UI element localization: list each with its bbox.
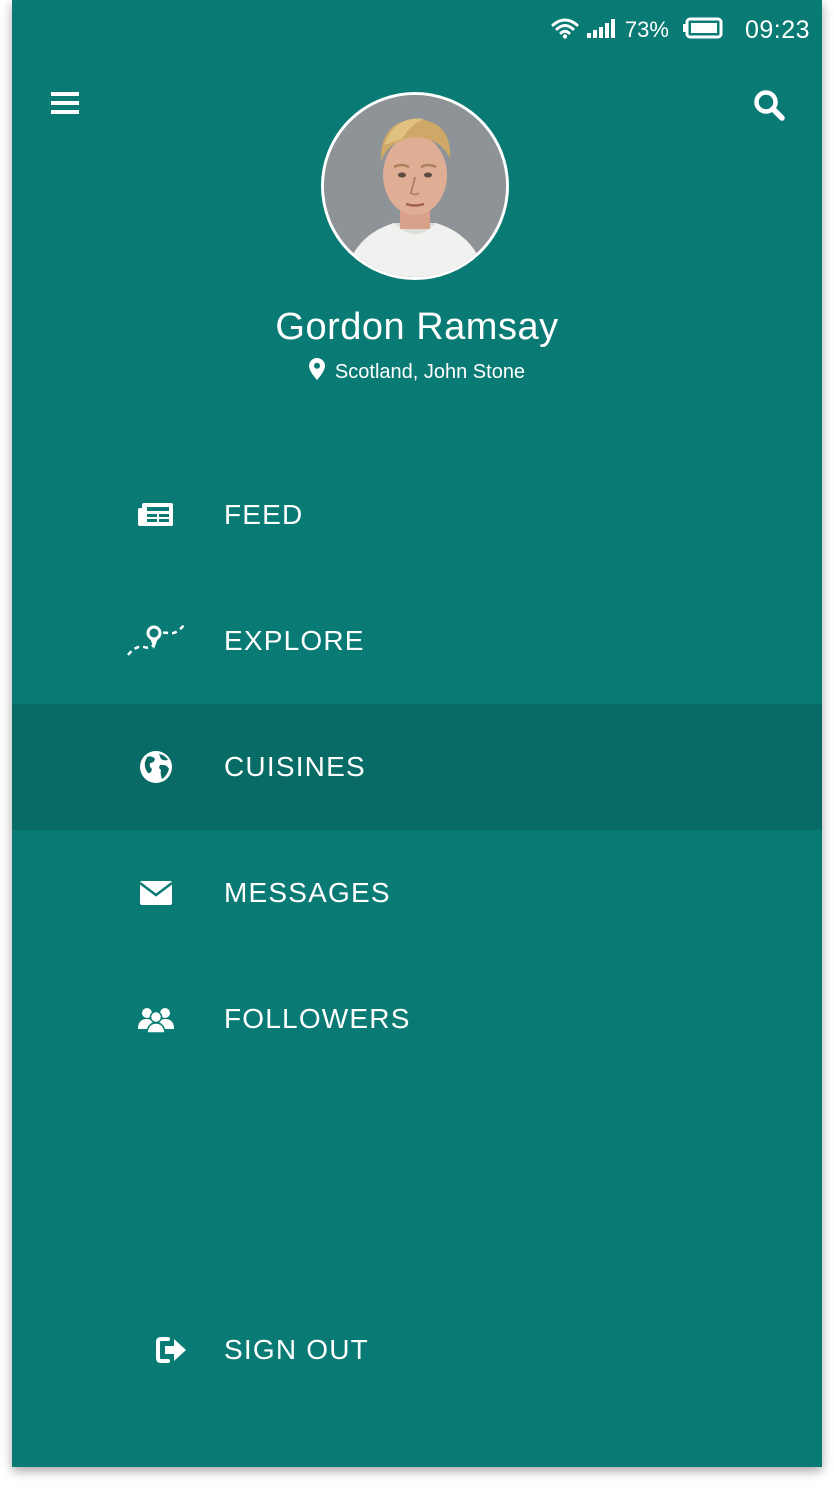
nav-label-followers: FOLLOWERS [224,1003,411,1034]
envelope-icon [124,873,188,913]
nav-label-messages: MESSAGES [224,877,391,908]
nav-label-explore: EXPLORE [224,625,365,656]
avatar[interactable] [321,92,509,280]
newspaper-icon [124,495,188,535]
status-bar: 73% 09:23 [551,12,810,48]
location-text: Scotland, John Stone [334,360,526,383]
search-icon [753,89,785,126]
battery-percent: 73% [624,17,669,42]
battery-icon [682,17,723,44]
profile-location: Scotland, John Stone [12,358,822,386]
nav-item-messages[interactable]: MESSAGES [12,830,822,956]
users-icon [124,999,188,1039]
nav-menu: FEED EXPLORE CUISINES MESSAGES FOLLOWERS [12,452,822,1082]
hamburger-menu-icon [51,91,79,120]
route-icon [124,621,188,661]
sign-out-button[interactable]: SIGN OUT [12,1292,822,1408]
sign-out-icon [152,1330,192,1370]
nav-label-cuisines: CUISINES [224,751,366,782]
clock: 09:23 [744,15,810,44]
sign-out-label: SIGN OUT [224,1334,369,1365]
globe-icon [124,747,188,787]
nav-item-followers[interactable]: FOLLOWERS [12,956,822,1082]
search-button[interactable] [750,88,788,126]
menu-button[interactable] [48,88,82,122]
nav-item-feed[interactable]: FEED [12,452,822,578]
avatar-photo [324,95,506,277]
signal-icon [586,18,617,43]
nav-item-explore[interactable]: EXPLORE [12,578,822,704]
navigation-drawer: 73% 09:23 Gordon Ramsay Scotland, John S… [12,0,822,1467]
profile-name: Gordon Ramsay [275,306,559,348]
nav-item-cuisines[interactable]: CUISINES [12,704,822,830]
map-pin-icon [308,358,325,386]
nav-label-feed: FEED [224,499,304,530]
wifi-icon [551,17,579,44]
